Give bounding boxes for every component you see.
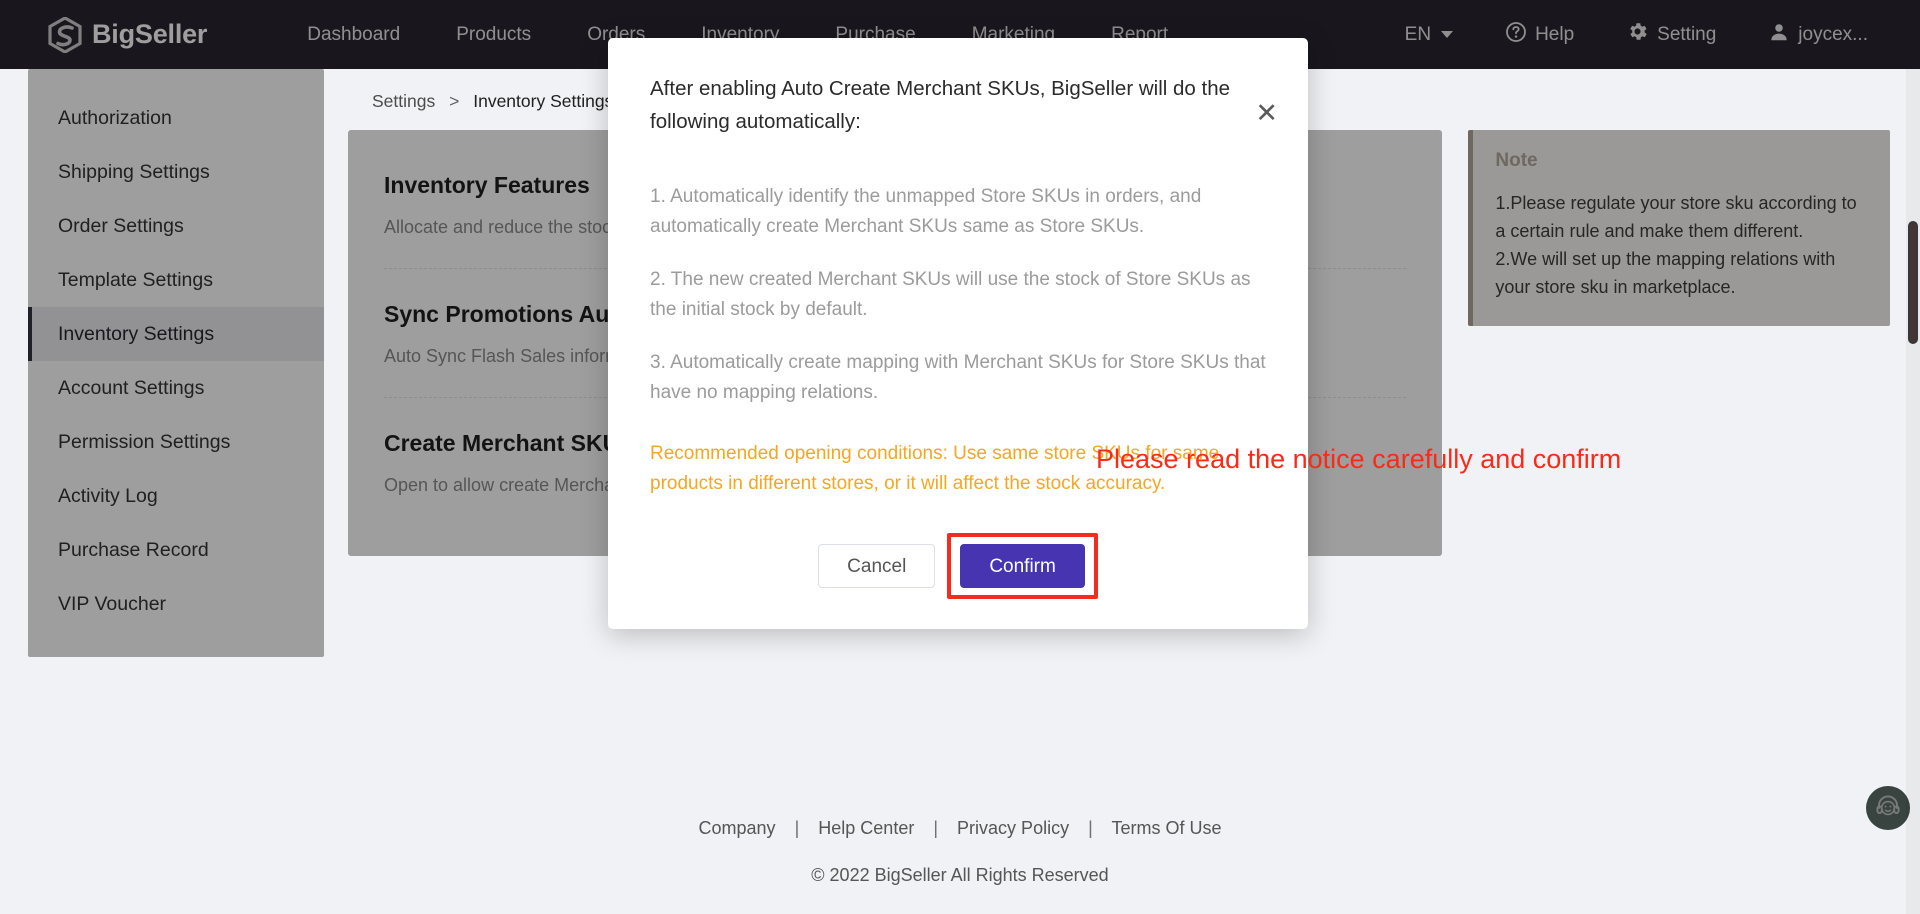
auto-create-merchant-sku-modal: ✕ After enabling Auto Create Merchant SK… — [608, 38, 1308, 629]
language-selector[interactable]: EN — [1379, 24, 1479, 46]
help-button[interactable]: Help — [1479, 21, 1600, 49]
support-chat-button[interactable] — [1866, 786, 1910, 830]
sidebar-item-account-settings[interactable]: Account Settings — [28, 361, 324, 415]
gear-icon — [1626, 20, 1649, 49]
cancel-button[interactable]: Cancel — [818, 543, 936, 588]
sidebar-item-label: VIP Voucher — [58, 592, 167, 615]
note-line: 2.We will set up the mapping relations w… — [1495, 248, 1836, 297]
page-scrollbar-thumb[interactable] — [1908, 221, 1918, 344]
page-footer: Company | Help Center | Privacy Policy |… — [0, 818, 1920, 886]
sidebar-item-authorization[interactable]: Authorization — [28, 91, 324, 145]
app-root: BigSeller Dashboard Products Orders Inve… — [0, 0, 1920, 914]
sidebar-item-purchase-record[interactable]: Purchase Record — [28, 523, 324, 577]
settings-sidebar: Authorization Shipping Settings Order Se… — [28, 69, 324, 657]
sidebar-item-order-settings[interactable]: Order Settings — [28, 199, 324, 253]
footer-copyright: © 2022 BigSeller All Rights Reserved — [811, 865, 1109, 885]
note-panel: Note 1.Please regulate your store sku ac… — [1468, 130, 1890, 326]
section-title: Inventory Features — [384, 171, 590, 198]
sidebar-item-vip-voucher[interactable]: VIP Voucher — [28, 577, 324, 631]
sidebar-item-activity-log[interactable]: Activity Log — [28, 469, 324, 523]
confirm-button-highlight: Confirm — [947, 532, 1098, 599]
sidebar-item-label: Account Settings — [58, 376, 205, 399]
footer-separator: | — [1088, 818, 1093, 838]
note-title: Note — [1495, 150, 1538, 171]
sidebar-item-template-settings[interactable]: Template Settings — [28, 253, 324, 307]
nav-utility-group: EN Help Setting joycex... — [1379, 20, 1920, 49]
sidebar-item-label: Order Settings — [58, 214, 184, 237]
brand-logo-group[interactable]: BigSeller — [48, 16, 208, 53]
footer-separator: | — [794, 818, 800, 838]
sidebar-item-inventory-settings[interactable]: Inventory Settings — [28, 307, 324, 361]
user-avatar-icon — [1768, 21, 1790, 49]
modal-paragraph: 3. Automatically create mapping with Mer… — [650, 352, 1266, 404]
page-scrollbar-track[interactable] — [1906, 69, 1920, 914]
sidebar-item-label: Activity Log — [58, 484, 158, 507]
close-icon[interactable]: ✕ — [1255, 100, 1278, 127]
breadcrumb-current: Inventory Settings — [473, 91, 614, 111]
sidebar-item-label: Shipping Settings — [58, 160, 210, 183]
bigseller-hex-s-logo-icon — [48, 16, 82, 53]
breadcrumb-separator-icon: > — [449, 91, 460, 111]
nav-item-dashboard[interactable]: Dashboard — [279, 24, 428, 46]
sidebar-item-permission-settings[interactable]: Permission Settings — [28, 415, 324, 469]
sidebar-item-label: Purchase Record — [58, 538, 209, 561]
nav-item-products[interactable]: Products — [428, 24, 559, 46]
help-label: Help — [1535, 23, 1575, 45]
footer-link-terms-of-use[interactable]: Terms Of Use — [1111, 818, 1221, 838]
modal-actions: Cancel Confirm — [650, 532, 1266, 603]
footer-link-company[interactable]: Company — [699, 818, 776, 838]
setting-label: Setting — [1657, 23, 1717, 45]
question-circle-icon — [1505, 21, 1527, 49]
confirm-button[interactable]: Confirm — [960, 543, 1085, 588]
sidebar-item-label: Permission Settings — [58, 430, 231, 453]
setting-button[interactable]: Setting — [1600, 20, 1742, 49]
modal-paragraph: 1. Automatically identify the unmapped S… — [650, 186, 1202, 238]
sidebar-item-label: Inventory Settings — [58, 322, 215, 345]
modal-title: After enabling Auto Create Merchant SKUs… — [650, 77, 1230, 134]
chevron-down-icon — [1441, 31, 1454, 38]
footer-separator: | — [933, 818, 939, 838]
footer-link-privacy-policy[interactable]: Privacy Policy — [957, 818, 1069, 838]
sidebar-item-label: Authorization — [58, 106, 172, 129]
brand-name: BigSeller — [92, 19, 208, 49]
breadcrumb-root[interactable]: Settings — [372, 91, 435, 111]
sidebar-item-label: Template Settings — [58, 268, 214, 291]
headset-support-icon — [1874, 792, 1902, 825]
footer-links: Company | Help Center | Privacy Policy |… — [0, 818, 1920, 839]
modal-paragraph: 2. The new created Merchant SKUs will us… — [650, 269, 1251, 321]
sidebar-item-shipping-settings[interactable]: Shipping Settings — [28, 145, 324, 199]
user-menu[interactable]: joycex... — [1742, 21, 1894, 49]
footer-link-help-center[interactable]: Help Center — [818, 818, 914, 838]
note-line: 1.Please regulate your store sku accordi… — [1495, 193, 1857, 241]
language-label: EN — [1404, 23, 1432, 45]
annotation-text: Please read the notice carefully and con… — [1096, 444, 1622, 474]
user-name: joycex... — [1798, 23, 1868, 45]
